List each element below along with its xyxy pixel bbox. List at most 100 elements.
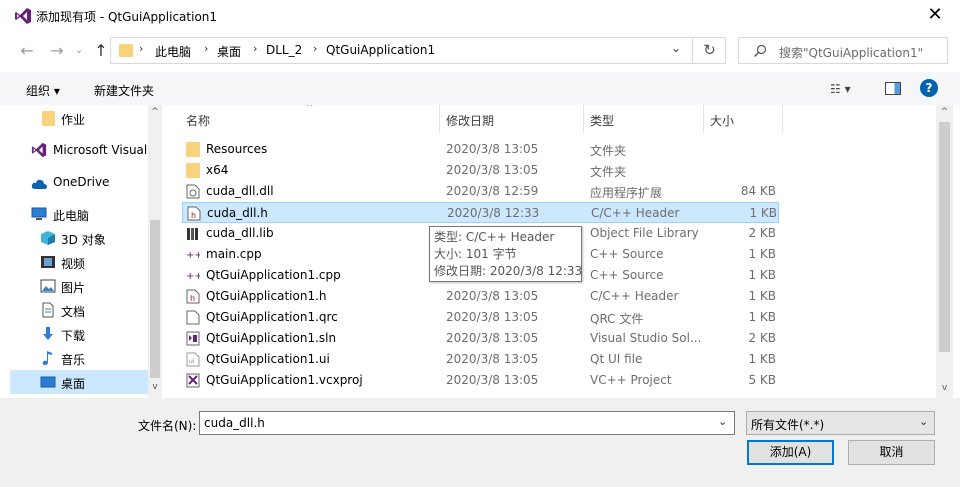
file-size: 84 KB — [740, 184, 776, 198]
sidebar-scrollbar[interactable]: ^ v — [148, 105, 162, 398]
sidebar-item-videos[interactable]: 视频 — [10, 250, 148, 274]
file-name: Resources — [206, 142, 268, 156]
file-name: QtGuiApplication1.vcxproj — [206, 373, 363, 387]
breadcrumb-dll2[interactable]: DLL_2 — [266, 43, 302, 57]
scroll-up-icon[interactable]: ^ — [939, 107, 950, 117]
column-divider[interactable] — [583, 105, 584, 133]
breadcrumb-separator: › — [139, 42, 144, 55]
file-type: VC++ Project — [590, 373, 672, 387]
search-box[interactable]: 搜索"QtGuiApplication1" — [738, 37, 948, 64]
computer-icon — [31, 207, 47, 220]
file-row-selected[interactable]: h cuda_dll.h 2020/3/8 12:33 C/C++ Header… — [182, 202, 779, 223]
file-size: 2 KB — [748, 226, 776, 240]
sidebar-item-label: 视频 — [61, 257, 86, 271]
column-header-type[interactable]: 类型 — [590, 112, 614, 129]
sidebar-item-pictures[interactable]: 图片 — [10, 274, 148, 298]
file-row[interactable]: ui QtGuiApplication1.ui 2020/3/8 13:05 Q… — [182, 349, 779, 370]
file-date: 2020/3/8 12:33 — [447, 206, 540, 220]
folder-icon — [186, 142, 200, 157]
navigation-pane: 作业 Microsoft Visual OneDrive 此电脑 3D 对象 视… — [10, 105, 162, 398]
column-header-date[interactable]: 修改日期 — [446, 112, 494, 129]
close-button[interactable]: ✕ — [922, 4, 948, 26]
sidebar-item-documents[interactable]: 文档 — [10, 298, 148, 322]
cancel-button[interactable]: 取消 — [848, 440, 935, 465]
sidebar-item-this-pc[interactable]: 此电脑 — [10, 202, 148, 226]
preview-pane-icon[interactable] — [885, 82, 901, 95]
sort-ascending-icon: ^ — [306, 105, 314, 113]
breadcrumb-desktop[interactable]: 桌面 — [217, 43, 241, 60]
file-row[interactable]: cuda_dll.dll 2020/3/8 12:59 应用程序扩展 84 KB — [182, 181, 779, 202]
file-name: QtGuiApplication1.h — [206, 289, 327, 303]
file-type-filter-value: 所有文件(*.*) — [751, 418, 825, 432]
file-type-filter-select[interactable]: 所有文件(*.*) ⌄ — [746, 411, 935, 435]
breadcrumb-current-folder[interactable]: QtGuiApplication1 — [326, 43, 435, 57]
file-size: 1 KB — [749, 206, 777, 220]
svg-text:++: ++ — [186, 271, 200, 282]
sidebar-item-label: 作业 — [61, 113, 86, 127]
breadcrumb-this-pc[interactable]: 此电脑 — [155, 43, 191, 60]
view-options-button[interactable]: ☷ ▾ — [830, 82, 851, 96]
file-row[interactable]: QtGuiApplication1.qrc 2020/3/8 13:05 QRC… — [182, 307, 779, 328]
cube-icon — [41, 231, 55, 245]
file-type: 文件夹 — [590, 165, 627, 179]
file-name: cuda_dll.dll — [206, 184, 274, 198]
sidebar-item-onedrive[interactable]: OneDrive — [10, 170, 148, 194]
search-placeholder: 搜索"QtGuiApplication1" — [779, 46, 924, 60]
file-name: cuda_dll.h — [207, 206, 268, 220]
add-button[interactable]: 添加(A) — [747, 440, 834, 465]
file-row[interactable]: h QtGuiApplication1.h 2020/3/8 13:05 C/C… — [182, 286, 779, 307]
address-bar[interactable]: › 此电脑 › 桌面 › DLL_2 › QtGuiApplication1 ⌄ — [110, 37, 726, 64]
up-button[interactable]: ↑ — [90, 40, 112, 62]
column-header-size[interactable]: 大小 — [710, 112, 734, 129]
file-date: 2020/3/8 13:05 — [446, 352, 539, 366]
column-divider[interactable] — [439, 105, 440, 133]
file-size: 5 KB — [748, 373, 776, 387]
file-list-scroll-thumb[interactable] — [939, 122, 950, 352]
forward-button[interactable]: → — [46, 40, 68, 62]
file-type: C++ Source — [590, 247, 664, 261]
sidebar-item-homework[interactable]: 作业 — [10, 106, 148, 130]
refresh-button[interactable]: ↻ — [692, 37, 726, 64]
document-icon — [42, 302, 54, 318]
sidebar-scroll-thumb[interactable] — [150, 220, 160, 378]
filename-input[interactable]: cuda_dll.h ⌄ — [199, 411, 735, 435]
address-dropdown-icon[interactable]: ⌄ — [671, 41, 681, 55]
column-divider[interactable] — [782, 105, 783, 133]
scroll-down-icon[interactable]: v — [150, 382, 160, 394]
help-icon[interactable]: ? — [920, 79, 938, 97]
organize-menu-button[interactable]: 组织 ▾ — [26, 82, 60, 99]
window-title: 添加现有项 - QtGuiApplication1 — [36, 10, 218, 24]
file-name: QtGuiApplication1.sln — [206, 331, 337, 345]
scroll-down-icon[interactable]: v — [939, 383, 950, 393]
sidebar-item-music[interactable]: 音乐 — [10, 346, 148, 370]
filename-label: 文件名(N): — [138, 419, 197, 433]
file-date: 2020/3/8 13:05 — [446, 331, 539, 345]
blank-file-icon — [186, 310, 200, 325]
file-row[interactable]: QtGuiApplication1.vcxproj 2020/3/8 13:05… — [182, 370, 779, 391]
file-size: 2 KB — [748, 331, 776, 345]
sidebar-item-3d-objects[interactable]: 3D 对象 — [10, 226, 148, 250]
folder-icon — [42, 111, 55, 126]
recent-locations-chevron-icon[interactable]: ⌄ — [72, 40, 86, 62]
file-row[interactable]: Resources 2020/3/8 13:05 文件夹 — [182, 139, 779, 160]
sln-file-icon — [186, 331, 200, 346]
file-type: C/C++ Header — [590, 289, 679, 303]
file-size: 1 KB — [748, 268, 776, 282]
filename-history-dropdown-icon[interactable]: ⌄ — [718, 415, 727, 428]
column-header-name[interactable]: 名称 — [186, 112, 210, 129]
chevron-down-icon[interactable]: ⌄ — [919, 415, 928, 428]
picture-icon — [40, 279, 56, 293]
back-button[interactable]: ← — [16, 40, 38, 62]
lib-file-icon — [187, 228, 198, 240]
column-divider[interactable] — [703, 105, 704, 133]
file-list-scrollbar[interactable]: ^ v — [936, 105, 953, 398]
file-type: Visual Studio Sol... — [590, 331, 702, 345]
sidebar-item-microsoft-visual[interactable]: Microsoft Visual — [10, 138, 148, 162]
new-folder-button[interactable]: 新建文件夹 — [94, 82, 154, 99]
file-row[interactable]: x64 2020/3/8 13:05 文件夹 — [182, 160, 779, 181]
sidebar-item-desktop[interactable]: 桌面 — [10, 370, 148, 394]
file-row[interactable]: QtGuiApplication1.sln 2020/3/8 13:05 Vis… — [182, 328, 779, 349]
sidebar-item-downloads[interactable]: 下载 — [10, 322, 148, 346]
scroll-up-icon[interactable]: ^ — [150, 107, 160, 119]
file-name: x64 — [206, 163, 229, 177]
